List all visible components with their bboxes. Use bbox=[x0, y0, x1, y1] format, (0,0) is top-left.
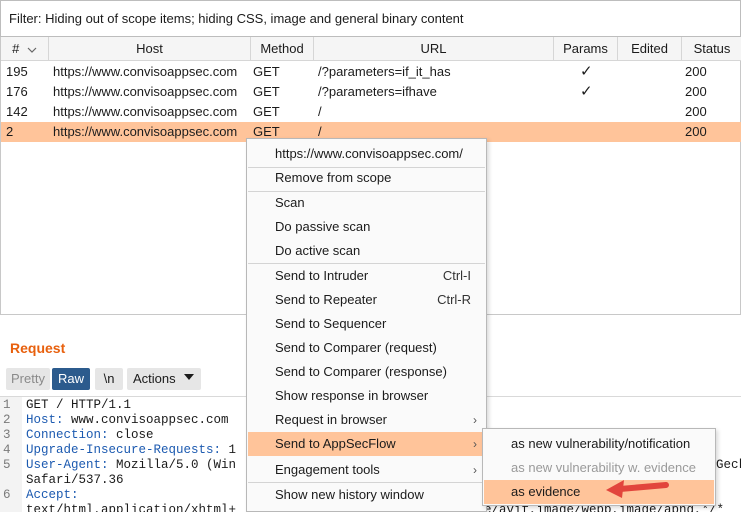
row-method: GET bbox=[253, 84, 280, 99]
menu-item-request-in-browser[interactable]: Request in browser › bbox=[248, 408, 485, 432]
row-url: /?parameters=ifhave bbox=[318, 84, 437, 99]
menu-item-engagement-tools[interactable]: Engagement tools › bbox=[248, 458, 485, 482]
table-row[interactable]: 176 https://www.convisoappsec.com GET /?… bbox=[1, 82, 741, 102]
menu-item-send-to-sequencer[interactable]: Send to Sequencer bbox=[248, 312, 485, 336]
tab-raw[interactable]: Raw bbox=[52, 368, 90, 390]
menu-item-show-response-in-browser[interactable]: Show response in browser bbox=[248, 384, 485, 408]
table-row[interactable]: 195 https://www.convisoappsec.com GET /?… bbox=[1, 62, 741, 82]
submenu-item-new-vulnerability[interactable]: as new vulnerability/notification bbox=[484, 432, 714, 456]
params-check-icon: ✓ bbox=[580, 83, 593, 100]
row-status: 200 bbox=[685, 124, 707, 139]
menu-item-active-scan[interactable]: Do active scan bbox=[248, 239, 485, 263]
table-header: # Host Method URL Params Edited Status bbox=[1, 37, 741, 61]
row-host: https://www.convisoappsec.com bbox=[53, 104, 238, 119]
row-number: 176 bbox=[6, 84, 28, 99]
request-panel-title: Request bbox=[10, 340, 66, 356]
menu-item-show-new-history-window[interactable]: Show new history window bbox=[248, 483, 485, 507]
menu-item-remove-from-scope[interactable]: Remove from scope bbox=[248, 166, 485, 190]
code-overflow-text: Geck bbox=[716, 458, 741, 472]
column-header-method[interactable]: Method bbox=[251, 37, 314, 61]
chevron-down-icon bbox=[184, 374, 194, 380]
shortcut-label: Ctrl-R bbox=[437, 292, 471, 307]
menu-item-send-to-comparer-response[interactable]: Send to Comparer (response) bbox=[248, 360, 485, 384]
menu-item-passive-scan[interactable]: Do passive scan bbox=[248, 215, 485, 239]
row-status: 200 bbox=[685, 84, 707, 99]
row-number: 195 bbox=[6, 64, 28, 79]
menu-item-send-to-repeater[interactable]: Send to Repeater Ctrl-R bbox=[248, 288, 485, 312]
context-menu: https://www.convisoappsec.com/ Remove fr… bbox=[246, 138, 487, 512]
shortcut-label: Ctrl-I bbox=[442, 268, 471, 283]
column-header-edited[interactable]: Edited bbox=[618, 37, 682, 61]
tab-pretty[interactable]: Pretty bbox=[6, 368, 50, 390]
row-status: 200 bbox=[685, 104, 707, 119]
column-header-url[interactable]: URL bbox=[314, 37, 554, 61]
sort-chevron-icon bbox=[27, 47, 37, 53]
column-header-status[interactable]: Status bbox=[682, 37, 741, 61]
column-header-number[interactable]: # bbox=[1, 37, 49, 61]
column-header-host[interactable]: Host bbox=[49, 37, 251, 61]
row-url: /?parameters=if_it_has bbox=[318, 64, 451, 79]
menu-item-scan[interactable]: Scan bbox=[248, 191, 485, 215]
filter-text: Filter: Hiding out of scope items; hidin… bbox=[9, 11, 464, 26]
menu-item-url[interactable]: https://www.convisoappsec.com/ bbox=[248, 142, 485, 166]
menu-item-send-to-comparer-request[interactable]: Send to Comparer (request) bbox=[248, 336, 485, 360]
row-number: 2 bbox=[6, 124, 14, 139]
table-row[interactable]: 142 https://www.convisoappsec.com GET / … bbox=[1, 102, 741, 122]
appsecflow-submenu: as new vulnerability/notification as new… bbox=[482, 428, 716, 506]
row-status: 200 bbox=[685, 64, 707, 79]
row-host: https://www.convisoappsec.com bbox=[53, 124, 238, 139]
actions-label: Actions bbox=[133, 371, 176, 386]
row-url: / bbox=[318, 104, 322, 119]
row-host: https://www.convisoappsec.com bbox=[53, 84, 238, 99]
actions-dropdown-button[interactable]: Actions bbox=[127, 368, 201, 390]
row-method: GET bbox=[253, 104, 280, 119]
params-check-icon: ✓ bbox=[580, 63, 593, 80]
chevron-right-icon: › bbox=[473, 463, 477, 477]
column-header-params[interactable]: Params bbox=[554, 37, 618, 61]
submenu-item-new-vulnerability-evidence: as new vulnerability w. evidence bbox=[511, 460, 696, 475]
row-host: https://www.convisoappsec.com bbox=[53, 64, 238, 79]
newline-toggle-button[interactable]: \n bbox=[95, 368, 123, 390]
chevron-right-icon: › bbox=[473, 413, 477, 427]
submenu-item-as-evidence[interactable]: as evidence bbox=[484, 480, 714, 504]
menu-item-send-to-appsecflow[interactable]: Send to AppSecFlow › bbox=[248, 432, 485, 456]
filter-bar[interactable]: Filter: Hiding out of scope items; hidin… bbox=[0, 0, 741, 37]
chevron-right-icon: › bbox=[473, 437, 477, 451]
annotation-arrow-icon bbox=[606, 480, 669, 498]
row-method: GET bbox=[253, 64, 280, 79]
menu-item-send-to-intruder[interactable]: Send to Intruder Ctrl-I bbox=[248, 264, 485, 288]
row-number: 142 bbox=[6, 104, 28, 119]
